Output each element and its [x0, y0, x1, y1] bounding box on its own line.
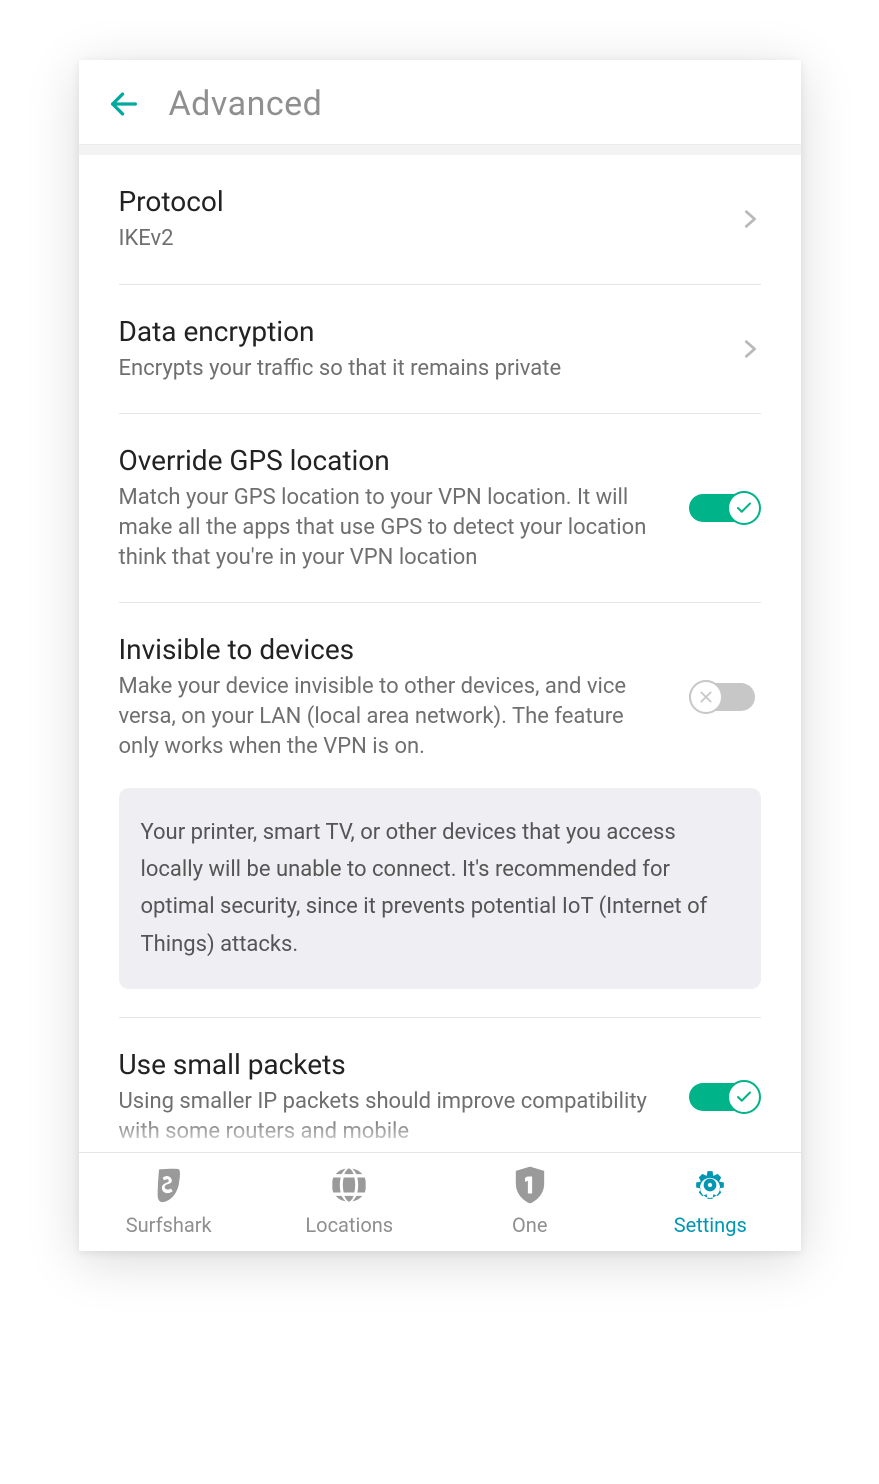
page-title: Advanced	[169, 84, 323, 124]
packets-sub: Using smaller IP packets should improve …	[119, 1087, 669, 1146]
app-screen: Advanced Protocol IKEv2 Data encryption …	[79, 60, 801, 1251]
gear-icon	[690, 1165, 730, 1205]
nav-surfshark[interactable]: Surfshark	[79, 1165, 260, 1237]
section-gap	[79, 145, 801, 155]
back-button[interactable]	[107, 87, 141, 121]
protocol-value: IKEv2	[119, 224, 719, 254]
nav-locations-label: Locations	[305, 1213, 393, 1237]
nav-settings[interactable]: Settings	[620, 1165, 801, 1237]
protocol-title: Protocol	[119, 185, 719, 218]
invisible-toggle[interactable]	[689, 680, 761, 714]
invisible-info-box: Your printer, smart TV, or other devices…	[119, 788, 761, 990]
override-gps-row[interactable]: Override GPS location Match your GPS loc…	[79, 414, 801, 602]
chevron-right-icon	[739, 204, 761, 234]
invisible-title: Invisible to devices	[119, 633, 669, 666]
arrow-left-icon	[107, 87, 141, 121]
invisible-sub: Make your device invisible to other devi…	[119, 672, 669, 761]
data-encryption-row[interactable]: Data encryption Encrypts your traffic so…	[79, 285, 801, 414]
encryption-sub: Encrypts your traffic so that it remains…	[119, 354, 719, 384]
nav-surfshark-label: Surfshark	[126, 1213, 212, 1237]
gps-title: Override GPS location	[119, 444, 669, 477]
invisible-to-devices-row[interactable]: Invisible to devices Make your device in…	[79, 603, 801, 777]
surfshark-icon	[149, 1165, 189, 1205]
small-packets-row[interactable]: Use small packets Using smaller IP packe…	[79, 1018, 801, 1152]
check-icon	[735, 499, 753, 517]
gps-toggle[interactable]	[689, 491, 761, 525]
gps-sub: Match your GPS location to your VPN loca…	[119, 483, 669, 572]
check-icon	[735, 1088, 753, 1106]
packets-toggle[interactable]	[689, 1080, 761, 1114]
chevron-right-icon	[739, 334, 761, 364]
protocol-row[interactable]: Protocol IKEv2	[79, 155, 801, 284]
header-bar: Advanced	[79, 60, 801, 145]
bottom-nav: Surfshark Locations	[79, 1152, 801, 1251]
nav-settings-label: Settings	[674, 1213, 747, 1237]
nav-locations[interactable]: Locations	[259, 1165, 440, 1237]
globe-icon	[329, 1165, 369, 1205]
nav-one-label: One	[512, 1213, 547, 1237]
encryption-title: Data encryption	[119, 315, 719, 348]
nav-one[interactable]: One	[440, 1165, 621, 1237]
settings-list: Protocol IKEv2 Data encryption Encrypts …	[79, 155, 801, 1152]
packets-title: Use small packets	[119, 1048, 669, 1081]
x-icon	[698, 689, 714, 705]
shield-one-icon	[510, 1165, 550, 1205]
